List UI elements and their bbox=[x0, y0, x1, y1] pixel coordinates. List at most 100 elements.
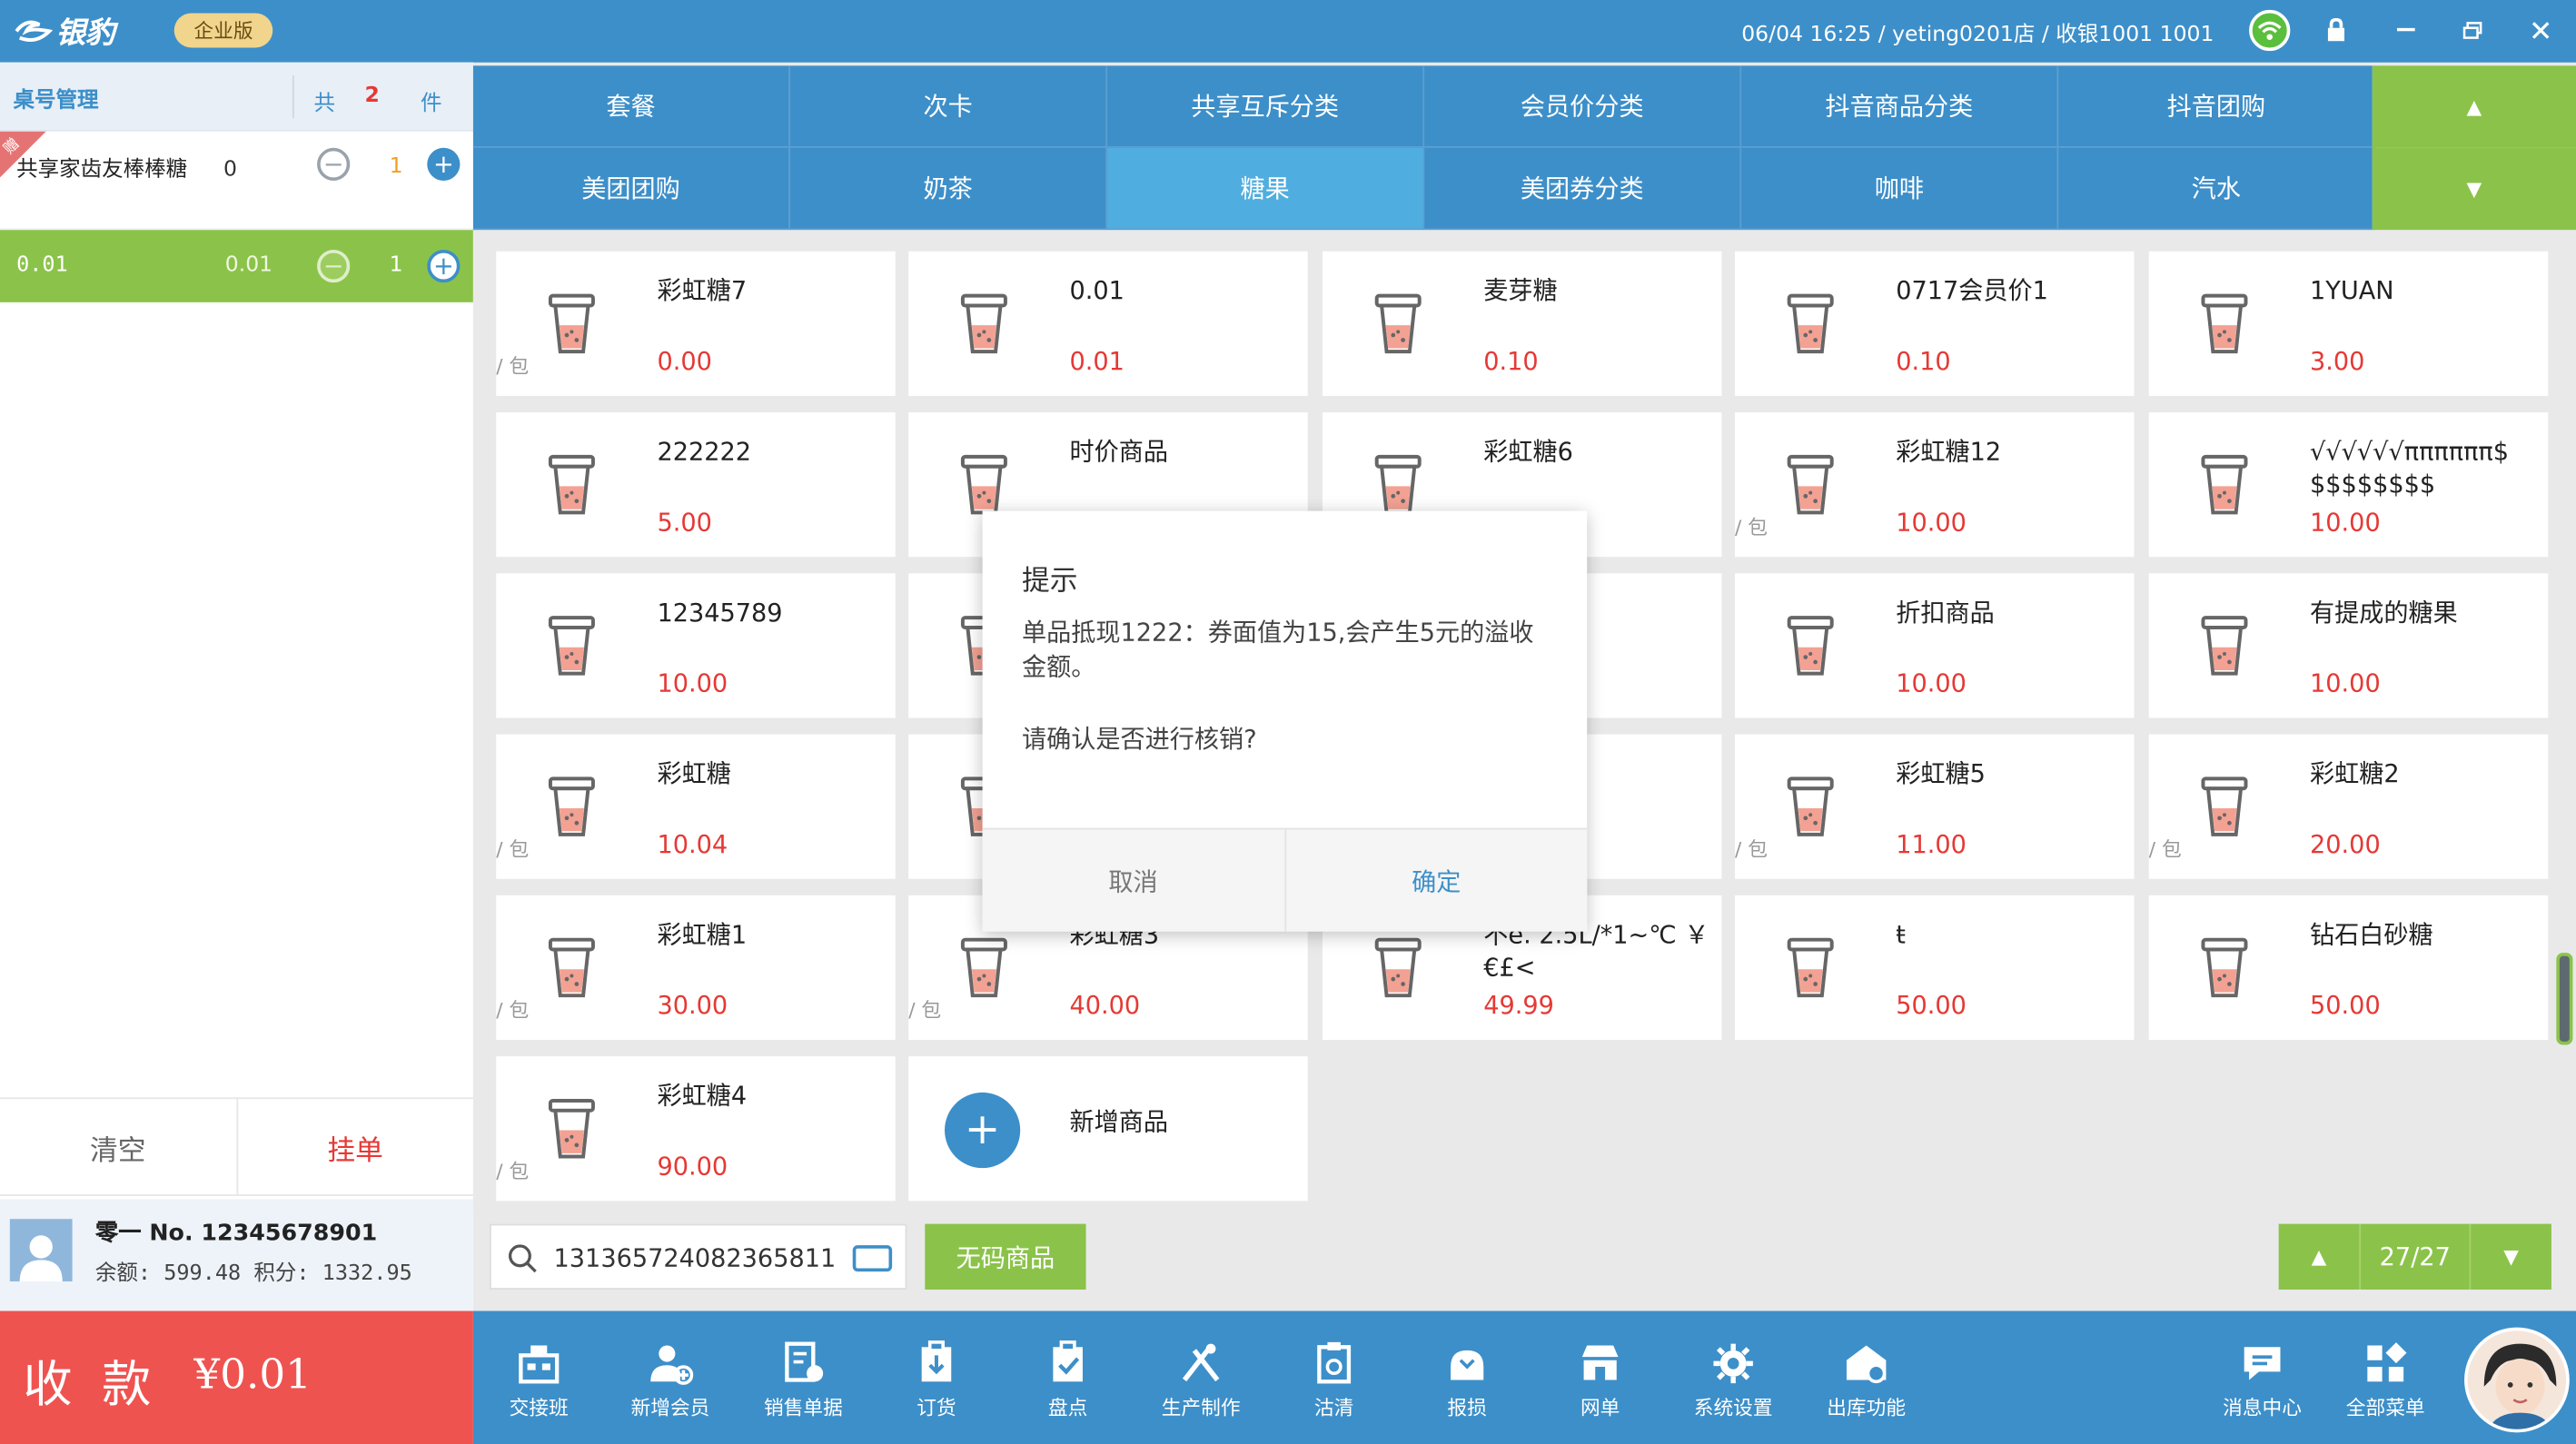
product-price: 10.00 bbox=[1896, 668, 1967, 698]
category-tab[interactable]: 奶茶 bbox=[789, 147, 1108, 231]
toolbar-button[interactable]: 新增会员 bbox=[605, 1311, 737, 1444]
product-name: 彩虹糖6 bbox=[1483, 437, 1573, 467]
decrease-qty-button[interactable]: − bbox=[317, 249, 351, 283]
decrease-qty-button[interactable]: − bbox=[317, 147, 351, 181]
toolbar-button[interactable]: 盘点 bbox=[1002, 1311, 1134, 1444]
increase-qty-button[interactable]: + bbox=[427, 249, 461, 283]
hang-order-button[interactable]: 挂单 bbox=[237, 1099, 473, 1194]
confirm-button[interactable]: 确定 bbox=[1285, 829, 1587, 931]
toolbar-label: 系统设置 bbox=[1693, 1396, 1773, 1419]
checkout-button[interactable]: 收款 ¥0.01 bbox=[0, 1310, 473, 1444]
side-scroll-handle[interactable] bbox=[2556, 953, 2573, 1045]
product-card[interactable]: 彩虹糖12 10.00 / 包 bbox=[1734, 412, 2135, 558]
minimize-icon[interactable] bbox=[2385, 10, 2424, 49]
category-tab[interactable]: 咖啡 bbox=[1741, 147, 2059, 231]
clear-cart-button[interactable]: 清空 bbox=[0, 1099, 238, 1195]
toolbar-button[interactable]: 网单 bbox=[1534, 1311, 1666, 1444]
toolbar-button[interactable]: 订货 bbox=[871, 1311, 1003, 1444]
total-count: 2 bbox=[364, 84, 380, 109]
product-name: 钻石白砂糖 bbox=[2310, 919, 2433, 950]
product-card[interactable]: 彩虹糖2 20.00 / 包 bbox=[2148, 734, 2549, 879]
product-card[interactable]: 折扣商品 10.00 bbox=[1734, 573, 2135, 718]
table-management-link[interactable]: 桌号管理 bbox=[13, 82, 98, 114]
category-tab[interactable]: 共享互斥分类 bbox=[1107, 65, 1425, 148]
toolbar-button[interactable]: 全部菜单 bbox=[2320, 1311, 2452, 1444]
product-price: 11.00 bbox=[1896, 829, 1967, 860]
total-prefix: 共 bbox=[313, 92, 336, 117]
product-card[interactable]: 1YUAN 3.00 bbox=[2148, 251, 2549, 396]
category-up-button[interactable]: ▲ bbox=[2372, 65, 2576, 148]
dialog-message: 单品抵现1222：券面值为15,会产生5元的溢收金额。 bbox=[1022, 618, 1534, 682]
wifi-icon[interactable] bbox=[2249, 9, 2291, 52]
product-card[interactable]: 12345789 10.00 bbox=[496, 573, 896, 718]
keyboard-icon[interactable] bbox=[852, 1245, 893, 1272]
category-tab[interactable]: 会员价分类 bbox=[1424, 65, 1742, 148]
category-tab[interactable]: 汽水 bbox=[2058, 147, 2376, 231]
product-unit: / 包 bbox=[496, 354, 530, 379]
toolbar-button[interactable]: 生产制作 bbox=[1135, 1311, 1267, 1444]
product-cup-icon bbox=[955, 451, 1014, 517]
product-unit: / 包 bbox=[1734, 515, 1768, 539]
category-tab[interactable]: 次卡 bbox=[789, 65, 1108, 148]
category-tab[interactable]: 美团团购 bbox=[472, 147, 790, 231]
no-code-product-button[interactable]: 无码商品 bbox=[925, 1223, 1086, 1290]
toolbar-button[interactable]: 销售单据 bbox=[738, 1311, 869, 1444]
restore-icon[interactable] bbox=[2452, 10, 2492, 49]
product-card[interactable]: 0717会员价1 0.10 bbox=[1734, 251, 2135, 396]
toolbar-button[interactable]: 系统设置 bbox=[1668, 1311, 1799, 1444]
product-card[interactable]: 彩虹糖7 0.00 / 包 bbox=[496, 251, 896, 396]
toolbar-button[interactable]: 出库功能 bbox=[1800, 1311, 1932, 1444]
product-cup-icon bbox=[542, 1096, 601, 1162]
product-name: 彩虹糖4 bbox=[657, 1081, 748, 1111]
toolbar-button[interactable]: 沽清 bbox=[1268, 1311, 1400, 1444]
product-card[interactable]: 彩虹糖4 90.00 / 包 bbox=[496, 1056, 896, 1202]
category-down-button[interactable]: ▼ bbox=[2372, 147, 2576, 231]
product-card[interactable]: 彩虹糖1 30.00 / 包 bbox=[496, 895, 896, 1041]
product-card[interactable]: ŧ 50.00 bbox=[1734, 895, 2135, 1041]
product-price: 0.10 bbox=[1896, 346, 1951, 377]
category-tab[interactable]: 套餐 bbox=[472, 65, 790, 148]
message-icon bbox=[2244, 1347, 2281, 1380]
barcode-search-input[interactable]: 131365724082365811 bbox=[489, 1223, 907, 1290]
product-name: 1YUAN bbox=[2310, 275, 2394, 306]
product-cup-icon bbox=[2195, 451, 2254, 517]
category-tab-active[interactable]: 糖果 bbox=[1107, 147, 1425, 231]
cancel-button[interactable]: 取消 bbox=[983, 829, 1286, 932]
add-member-icon bbox=[650, 1345, 694, 1385]
page-up-button[interactable]: ▲ bbox=[2279, 1223, 2362, 1290]
toolbar-button[interactable]: 消息中心 bbox=[2196, 1311, 2328, 1444]
cart-item[interactable]: 赠 共享家齿友棒棒糖 0 − 1 + bbox=[0, 131, 473, 231]
product-unit: / 包 bbox=[908, 998, 942, 1023]
customer-service-avatar[interactable] bbox=[2464, 1327, 2570, 1433]
toolbar-button[interactable]: 交接班 bbox=[473, 1311, 605, 1444]
product-price: 5.00 bbox=[657, 507, 712, 538]
product-price: 10.00 bbox=[2310, 668, 2381, 698]
category-tab[interactable]: 抖音商品分类 bbox=[1741, 65, 2059, 148]
product-card[interactable]: 222222 5.00 bbox=[496, 412, 896, 558]
toolbar-label: 报损 bbox=[1447, 1396, 1487, 1419]
member-avatar-icon bbox=[9, 1219, 73, 1281]
product-card[interactable]: 有提成的糖果 10.00 bbox=[2148, 573, 2549, 718]
page-down-button[interactable]: ▼ bbox=[2469, 1223, 2551, 1290]
product-name: 彩虹糖1 bbox=[657, 919, 748, 950]
close-icon[interactable] bbox=[2521, 10, 2560, 49]
cart-item-qty: 1 bbox=[389, 154, 403, 180]
settings-icon bbox=[1713, 1343, 1753, 1384]
toolbar-button[interactable]: 报损 bbox=[1402, 1311, 1533, 1444]
product-cup-icon bbox=[2195, 935, 2254, 1000]
lock-icon[interactable] bbox=[2316, 10, 2355, 49]
product-card[interactable]: 0.01 0.01 bbox=[908, 251, 1308, 396]
increase-qty-button[interactable]: + bbox=[427, 147, 461, 181]
handover-icon bbox=[519, 1345, 560, 1384]
product-card[interactable]: √√√√√√ππππππ$ $$$$$$$$ 10.00 bbox=[2148, 412, 2549, 558]
product-price: 3.00 bbox=[2310, 346, 2365, 377]
product-card[interactable]: 麦芽糖 0.10 bbox=[1323, 251, 1722, 396]
product-card[interactable]: 彩虹糖 10.04 / 包 bbox=[496, 734, 896, 879]
category-tab[interactable]: 抖音团购 bbox=[2058, 65, 2376, 148]
add-product-card[interactable]: + 新增商品 bbox=[908, 1056, 1308, 1202]
cart-item-selected[interactable]: 0.01 0.01 − 1 + bbox=[0, 230, 473, 302]
product-card[interactable]: 钻石白砂糖 50.00 bbox=[2148, 895, 2549, 1041]
product-card[interactable]: 彩虹糖5 11.00 / 包 bbox=[1734, 734, 2135, 879]
member-info[interactable]: 零一 No. 12345678901 余额: 599.48 积分: 1332.9… bbox=[0, 1199, 473, 1311]
category-tab[interactable]: 美团券分类 bbox=[1424, 147, 1742, 231]
